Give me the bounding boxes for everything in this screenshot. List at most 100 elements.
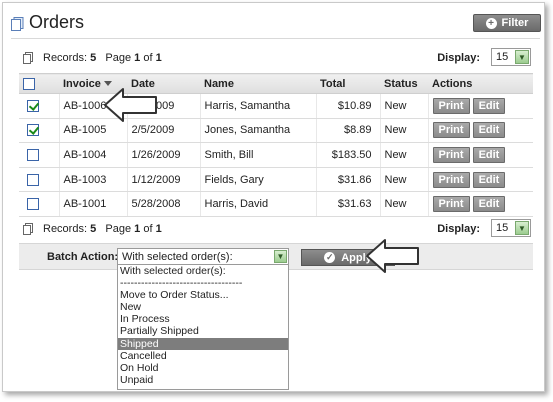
page-current: 1 [134,223,141,235]
actions-cell: Print Edit [427,167,533,193]
row-checkbox[interactable] [27,149,39,162]
print-button[interactable]: Print [432,97,470,114]
dropdown-option[interactable]: On Hold [118,362,288,374]
page-prefix: Page [105,52,132,64]
records-icon [23,223,33,235]
records-summary: Records: 5 Page 1 of 1 [43,52,162,64]
select-all-header [19,73,59,94]
dropdown-option[interactable]: Partially Shipped [118,325,288,337]
records-summary: Records: 5 Page 1 of 1 [43,223,162,235]
status-cell: New [379,118,428,144]
batch-action-dropdown: With selected order(s): ----------------… [117,264,289,390]
chevron-down-icon: ▼ [515,221,529,235]
orders-panel: Orders + Filter Records: 5 Page 1 of 1 D… [2,2,545,392]
status-header-label: Status [384,77,418,90]
dropdown-option[interactable]: Cancelled [118,350,288,362]
chevron-down-icon: ▼ [274,250,287,263]
dropdown-option-highlighted[interactable]: Shipped [118,337,288,350]
dropdown-separator: ----------------------------------- [120,277,243,290]
page-current: 1 [134,52,141,64]
edit-button[interactable]: Edit [472,146,506,163]
display-select[interactable]: 15 ▼ [491,219,531,237]
page-prefix: Page [105,223,132,235]
actions-cell: Print Edit [427,191,533,217]
page-of: of [143,223,153,235]
invoice-cell[interactable]: AB-1004 [58,142,127,168]
plus-icon: + [485,17,497,29]
print-button[interactable]: Print [432,122,470,139]
table-row: AB-1006 2/9/2009 Harris, Samantha $10.89… [19,93,533,119]
row-checkbox[interactable] [27,198,39,211]
status-cell: New [379,93,428,119]
edit-button[interactable]: Edit [472,122,506,139]
edit-button[interactable]: Edit [472,196,506,213]
header-divider [11,38,540,39]
page-total: 1 [155,223,162,235]
records-count: 5 [90,223,97,235]
batch-action-select[interactable]: With selected order(s): ▼ [117,248,289,265]
total-cell: $31.86 [315,167,380,193]
row-checkbox[interactable] [27,124,39,137]
actions-cell: Print Edit [427,93,533,119]
table-row: AB-1001 5/28/2008 Harris, David $31.63 N… [19,191,533,217]
page-total: 1 [155,52,162,64]
actions-header-label: Actions [432,77,473,90]
orders-table: Invoice Date Name Total Status Actions A… [19,73,533,217]
filter-button[interactable]: + Filter [473,14,541,32]
date-cell: 1/26/2009 [126,142,200,168]
print-button[interactable]: Print [432,171,470,188]
name-header-label: Name [204,77,234,90]
orders-page-icon [11,17,24,31]
dropdown-option[interactable]: With selected order(s): [118,265,288,277]
print-button[interactable]: Print [432,146,470,163]
dropdown-option[interactable]: Unpaid [118,374,288,386]
total-cell: $183.50 [315,142,380,168]
pager-top: Records: 5 Page 1 of 1 Display: 15 ▼ [19,48,533,68]
invoice-cell[interactable]: AB-1001 [58,191,127,217]
dropdown-option[interactable]: In Process [118,313,288,325]
status-cell: New [379,142,428,168]
date-cell: 1/12/2009 [126,167,200,193]
edit-button[interactable]: Edit [472,171,506,188]
records-label: Records: [43,223,88,235]
pointer-arrow-icon [104,88,157,122]
total-header-label: Total [320,77,346,90]
actions-cell: Print Edit [427,118,533,144]
actions-header: Actions [428,73,533,94]
status-header[interactable]: Status [380,73,428,94]
edit-button[interactable]: Edit [472,97,506,114]
display-label: Display: [437,52,480,64]
records-count: 5 [90,52,97,64]
actions-cell: Print Edit [427,142,533,168]
select-all-checkbox[interactable] [23,77,35,90]
records-label: Records: [43,52,88,64]
status-cell: New [379,167,428,193]
check-circle-icon: ✓ [324,252,336,263]
total-header[interactable]: Total [316,73,380,94]
invoice-header-label: Invoice [63,77,101,90]
display-value: 15 [496,51,509,63]
total-cell: $8.89 [315,118,380,144]
table-row: AB-1005 2/5/2009 Jones, Samantha $8.89 N… [19,118,533,144]
pointer-arrow-icon [366,239,419,273]
page-of: of [143,52,153,64]
print-button[interactable]: Print [432,196,470,213]
name-cell: Harris, David [199,191,316,217]
row-checkbox[interactable] [27,173,39,186]
page-title: Orders [29,12,85,32]
row-checkbox[interactable] [27,99,39,112]
name-cell: Harris, Samantha [199,93,316,119]
batch-action-value: With selected order(s): [122,251,233,263]
total-cell: $10.89 [315,93,380,119]
dropdown-option[interactable]: Move to Order Status... [118,289,288,301]
table-row: AB-1004 1/26/2009 Smith, Bill $183.50 Ne… [19,142,533,168]
display-select[interactable]: 15 ▼ [491,48,531,66]
name-cell: Jones, Samantha [199,118,316,144]
name-cell: Fields, Gary [199,167,316,193]
invoice-cell[interactable]: AB-1003 [58,167,127,193]
chevron-down-icon: ▼ [515,50,529,64]
pager-bottom: Records: 5 Page 1 of 1 Display: 15 ▼ [19,219,533,239]
dropdown-option[interactable]: New [118,301,288,313]
date-cell: 5/28/2008 [126,191,200,217]
name-header[interactable]: Name [200,73,316,94]
